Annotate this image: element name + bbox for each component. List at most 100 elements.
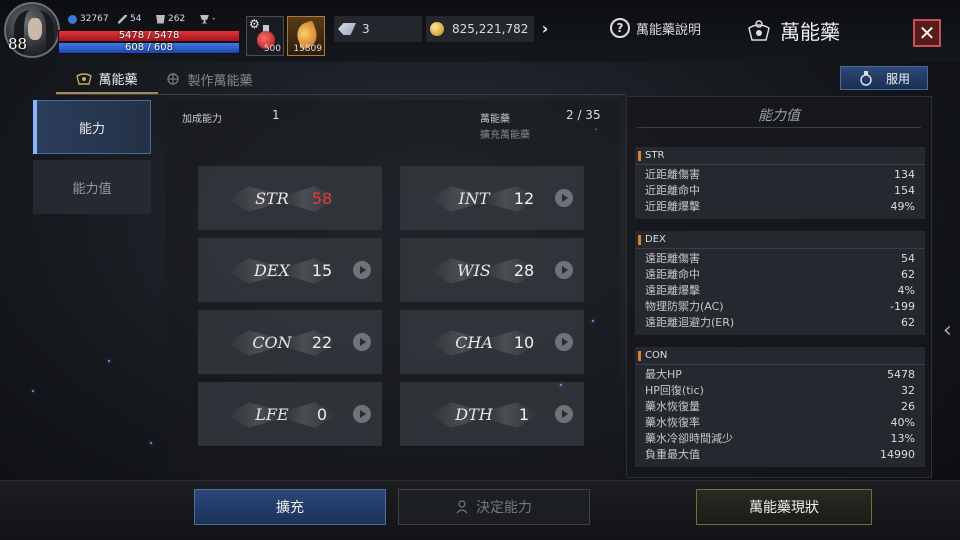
subtab-bar: 萬能藥 製作萬能藥	[56, 64, 260, 94]
stat-block-str: STR 近距離傷害 134 近距離命中 154 近距離爆擊 49%	[635, 147, 925, 219]
stat-name: STR	[255, 189, 289, 208]
elixir-status-button[interactable]: 萬能藥現狀	[696, 489, 872, 525]
play-icon[interactable]	[555, 405, 573, 423]
help-label: 萬能藥說明	[636, 22, 702, 38]
play-icon[interactable]	[353, 261, 371, 279]
decide-ability-button[interactable]: 決定能力	[398, 489, 590, 525]
page-title: 萬能藥	[746, 16, 840, 45]
stat-line-value: 154	[894, 184, 915, 197]
tab-elixir[interactable]: 萬能藥	[56, 64, 158, 94]
ability-panel: 加成能力 1 萬能藥 2 / 35 擴充萬能藥 - STR 58 INT 12 DEX 1…	[166, 100, 620, 478]
stat-line-label: 遠距離迴避力(ER)	[645, 316, 735, 329]
stat-name: WIS	[457, 261, 491, 280]
stat-block-rows: 遠距離傷害 54 遠距離命中 62 遠距離爆擊 4% 物理防禦力(AC) -199 遠距離迴避力…	[635, 249, 925, 335]
stat-line: 近距離命中 154	[635, 183, 925, 199]
play-icon[interactable]	[353, 405, 371, 423]
stat-line: HP回復(tic) 32	[635, 383, 925, 399]
stat-b-value: 262	[168, 14, 186, 24]
stat-line: 遠距離命中 62	[635, 267, 925, 283]
side-tab-stats[interactable]: 能力值	[33, 160, 151, 214]
particle	[108, 360, 110, 362]
tab-elixir-label: 萬能藥	[98, 72, 138, 88]
crown-icon	[76, 73, 93, 85]
stat-line: 遠距離傷害 54	[635, 251, 925, 267]
stat-line-label: 遠距離傷害	[645, 252, 700, 265]
top-status-bar: 88 32767 54 262 - 5478 / 5478 608 / 608 …	[0, 0, 960, 62]
chevron-left-icon[interactable]: ‹	[943, 318, 957, 354]
stat-name: DEX	[254, 261, 290, 280]
gold-count: 825,221,782	[452, 22, 529, 36]
expand-elixir-label: 擴充萬能藥	[480, 130, 530, 141]
chevron-right-icon[interactable]: ›	[534, 18, 556, 40]
stat-name: DTH	[455, 405, 493, 424]
potion-slot[interactable]: ⚙ 500	[246, 16, 284, 56]
stat-line-label: 藥水冷卻時間減少	[645, 432, 733, 445]
stat-line-label: 負重最大值	[645, 448, 700, 461]
sword-icon	[118, 14, 127, 24]
stat-block-header: STR	[635, 147, 925, 165]
power-stat: 32767	[68, 14, 109, 24]
stat-line-label: HP回復(tic)	[645, 384, 704, 397]
play-icon[interactable]	[555, 189, 573, 207]
stat-line-value: 40%	[890, 416, 915, 429]
power-value: 32767	[80, 14, 109, 24]
stat-c-value: -	[212, 14, 216, 24]
stat-line-label: 遠距離命中	[645, 268, 700, 281]
help-link[interactable]: ? 萬能藥說明	[610, 18, 701, 38]
page-title-text: 萬能藥	[780, 20, 840, 44]
gear-icon[interactable]: ⚙	[249, 17, 260, 31]
stat-line-label: 近距離傷害	[645, 168, 700, 181]
stat-line-label: 物理防禦力(AC)	[645, 300, 724, 313]
stat-c: -	[200, 14, 215, 24]
person-icon	[456, 500, 468, 514]
stat-a-value: 54	[130, 14, 142, 24]
stat-line: 最大HP 5478	[635, 367, 925, 383]
side-tab-ability[interactable]: 能力	[33, 100, 151, 154]
potion-count: 500	[263, 44, 281, 54]
stat-block-header: DEX	[635, 231, 925, 249]
stat-card-dth: DTH 1	[400, 382, 584, 446]
expand-button[interactable]: 擴充	[194, 489, 386, 525]
stat-line-value: 13%	[890, 432, 915, 445]
gem-icon	[338, 23, 356, 35]
potion-icon	[860, 71, 872, 86]
play-icon[interactable]	[353, 333, 371, 351]
stat-line-value: 5478	[887, 368, 915, 381]
stat-block-con: CON 最大HP 5478 HP回復(tic) 32 藥水恢復量 26 藥水恢復率 40% 藥水冷…	[635, 347, 925, 467]
use-button[interactable]: 服用	[840, 66, 928, 90]
stat-value: 58	[311, 189, 333, 208]
stat-line: 遠距離迴避力(ER) 62	[635, 315, 925, 331]
particle	[150, 442, 152, 444]
stat-block-rows: 最大HP 5478 HP回復(tic) 32 藥水恢復量 26 藥水恢復率 40% 藥水冷卻時間…	[635, 365, 925, 467]
stats-title-divider	[637, 127, 921, 128]
stat-name: CHA	[455, 333, 493, 352]
stat-line-value: 134	[894, 168, 915, 181]
stat-value: 15	[311, 261, 333, 280]
play-icon[interactable]	[555, 261, 573, 279]
stat-card-dex: DEX 15	[198, 238, 382, 302]
particle	[560, 384, 562, 386]
stat-block-dex: DEX 遠距離傷害 54 遠距離命中 62 遠距離爆擊 4% 物理防禦力(AC) -199 遠距離…	[635, 231, 925, 335]
stat-line-label: 藥水恢復量	[645, 400, 700, 413]
stat-line: 藥水恢復率 40%	[635, 415, 925, 431]
stat-line-value: 14990	[880, 448, 915, 461]
question-icon: ?	[610, 18, 630, 38]
player-level: 88	[8, 35, 28, 53]
elixir-count: 15809	[293, 44, 322, 54]
stats-panel: 能力值 STR 近距離傷害 134 近距離命中 154 近距離爆擊 49% DEX 遠距離傷害 5…	[626, 96, 932, 478]
stat-line-value: 32	[901, 384, 915, 397]
stat-line-value: 26	[901, 400, 915, 413]
elixir-count-label: 萬能藥	[480, 114, 510, 125]
elixir-slot[interactable]: 15809	[287, 16, 325, 56]
expand-elixir-value: -	[594, 124, 598, 135]
stat-line: 物理防禦力(AC) -199	[635, 299, 925, 315]
stat-line: 近距離爆擊 49%	[635, 199, 925, 215]
play-icon[interactable]	[555, 333, 573, 351]
close-button[interactable]: ✕	[913, 19, 941, 47]
stat-card-lfe: LFE 0	[198, 382, 382, 446]
tab-craft-elixir[interactable]: 製作萬能藥	[158, 64, 260, 94]
bonus-ability-value: 1	[272, 108, 280, 122]
armor-icon	[156, 14, 165, 24]
mp-text: 608 / 608	[125, 42, 173, 53]
trophy-icon	[200, 14, 209, 24]
